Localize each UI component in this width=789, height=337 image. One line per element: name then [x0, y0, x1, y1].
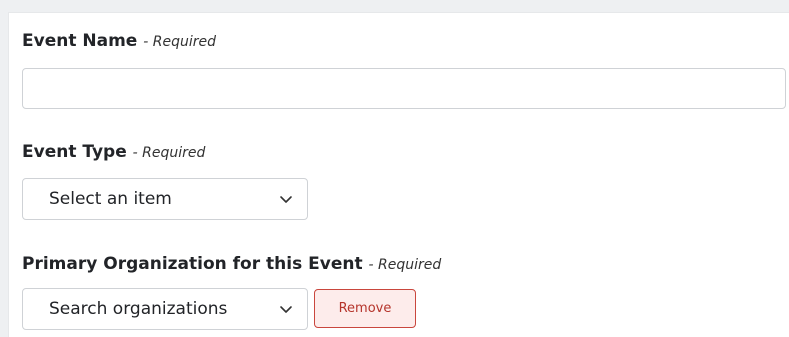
event-type-selected-value: Select an item: [49, 189, 172, 209]
event-name-label-text: Event Name: [22, 31, 138, 51]
event-type-label-text: Event Type: [22, 142, 127, 162]
chevron-down-icon: [280, 196, 292, 203]
chevron-down-icon: [280, 306, 292, 313]
remove-organization-button[interactable]: Remove: [314, 289, 416, 328]
primary-org-required-note: - Required: [368, 257, 442, 273]
event-name-input[interactable]: [22, 68, 786, 109]
event-name-label: Event Name - Required: [22, 31, 216, 51]
event-form-panel: Event Name - Required Event Type - Requi…: [8, 12, 789, 337]
primary-org-label-text: Primary Organization for this Event: [22, 254, 363, 274]
event-type-required-note: - Required: [132, 145, 206, 161]
event-type-label: Event Type - Required: [22, 142, 205, 162]
event-type-select[interactable]: Select an item: [22, 178, 308, 220]
primary-org-label: Primary Organization for this Event - Re…: [22, 254, 441, 274]
primary-org-selected-value: Search organizations: [49, 299, 228, 319]
primary-org-select[interactable]: Search organizations: [22, 288, 308, 330]
event-name-required-note: - Required: [143, 34, 216, 50]
